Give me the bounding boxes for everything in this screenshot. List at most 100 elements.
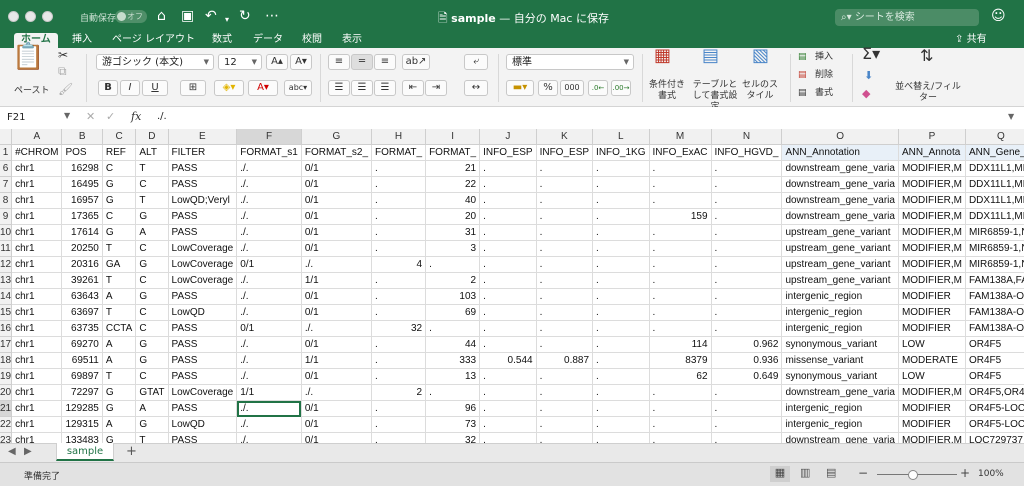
row-header[interactable]: 11 (0, 240, 13, 257)
cell[interactable]: . (536, 272, 594, 289)
cell[interactable]: 20 (425, 208, 481, 225)
more-commands-icon[interactable]: ⋯ (265, 8, 279, 24)
cell[interactable]: . (711, 400, 783, 417)
column-header[interactable]: J (479, 129, 537, 145)
cell[interactable]: 22 (425, 176, 481, 193)
cell[interactable]: 0/1 (301, 240, 373, 257)
cell[interactable]: . (711, 208, 783, 225)
cell[interactable]: intergenic_region (781, 320, 899, 337)
cell[interactable]: . (649, 192, 712, 209)
cell[interactable]: chr1 (11, 416, 63, 433)
cell[interactable]: . (371, 304, 427, 321)
cell[interactable]: chr1 (11, 320, 63, 337)
row-header[interactable]: 19 (0, 368, 13, 385)
cell[interactable]: . (371, 272, 427, 289)
next-sheet-icon[interactable]: ▶ (24, 446, 32, 457)
cell[interactable]: . (711, 176, 783, 193)
cell[interactable]: A (102, 336, 137, 353)
cell[interactable]: . (649, 432, 712, 443)
cell[interactable]: 0/1 (301, 160, 373, 177)
cell[interactable]: . (371, 432, 427, 443)
bold-button[interactable]: B (98, 80, 118, 96)
increase-indent-button[interactable]: ⇥ (425, 80, 447, 96)
cell[interactable]: 72297 (61, 384, 103, 401)
row-header[interactable]: 23 (0, 432, 13, 443)
row-header[interactable]: 20 (0, 384, 13, 401)
cell[interactable]: PASS (168, 160, 238, 177)
confirm-entry-icon[interactable]: ✓ (106, 110, 115, 123)
decrease-decimal-button[interactable]: .00→ (611, 80, 631, 96)
column-header[interactable]: P (898, 129, 966, 145)
sort-filter-icon[interactable]: ⇅ (920, 48, 933, 64)
cell[interactable]: T (102, 272, 137, 289)
cell[interactable]: 0/1 (301, 336, 373, 353)
zoom-level[interactable]: 100% (978, 469, 1004, 479)
cell[interactable]: . (711, 160, 783, 177)
align-bottom-button[interactable]: ≡ (374, 54, 396, 70)
cell[interactable]: MODIFIER,M (898, 176, 966, 193)
cell[interactable]: ./. (236, 368, 302, 385)
cell[interactable]: . (371, 400, 427, 417)
cell[interactable]: OR4F5-LOC7 (965, 416, 1024, 433)
zoom-window-button[interactable] (42, 11, 53, 22)
cell[interactable]: . (649, 400, 712, 417)
cell[interactable]: 20250 (61, 240, 103, 257)
cell[interactable]: C (135, 304, 169, 321)
page-break-view-icon[interactable]: ▤ (826, 466, 836, 479)
cell[interactable]: . (649, 240, 712, 257)
column-header[interactable]: M (649, 129, 712, 145)
cell[interactable]: ./. (236, 432, 302, 443)
row-header[interactable]: 17 (0, 336, 13, 353)
zoom-out-icon[interactable]: − (858, 466, 868, 480)
cell[interactable]: PASS (168, 352, 238, 369)
home-icon[interactable]: ⌂ (157, 8, 166, 24)
cell[interactable]: chr1 (11, 160, 63, 177)
cell[interactable]: . (479, 384, 537, 401)
cell[interactable]: T (102, 240, 137, 257)
cell[interactable]: ./. (236, 160, 302, 177)
cell[interactable]: . (479, 416, 537, 433)
cell[interactable]: MODIFIER,M (898, 160, 966, 177)
cell[interactable]: ./. (301, 256, 373, 273)
column-header[interactable]: L (592, 129, 650, 145)
cell[interactable]: 0/1 (301, 192, 373, 209)
cell[interactable]: . (711, 320, 783, 337)
normal-view-icon[interactable]: ▦ (770, 466, 790, 482)
table-format-icon[interactable]: ▤ (702, 47, 719, 65)
cell[interactable]: . (592, 400, 650, 417)
phonetic-button[interactable]: abc▾ (284, 80, 312, 96)
cell[interactable]: 159 (649, 208, 712, 225)
cell[interactable]: . (592, 288, 650, 305)
cell[interactable]: chr1 (11, 304, 63, 321)
cell[interactable]: . (479, 368, 537, 385)
cell[interactable]: DDX11L1,MI (965, 192, 1024, 209)
cell[interactable]: MODIFIER (898, 288, 966, 305)
cell[interactable]: ALT (135, 144, 169, 161)
format-painter-icon[interactable]: 🖌 (58, 83, 73, 95)
undo-dropdown-icon[interactable]: ▾ (225, 12, 229, 28)
cell[interactable]: INFO_HGVD_ (711, 144, 783, 161)
cell[interactable]: INFO_1KG (592, 144, 650, 161)
cell[interactable]: MODIFIER,M (898, 240, 966, 257)
cell[interactable]: 103 (425, 288, 481, 305)
cut-icon[interactable]: ✂ (58, 49, 68, 61)
cell[interactable]: . (479, 336, 537, 353)
cell[interactable]: chr1 (11, 176, 63, 193)
row-header[interactable]: 22 (0, 416, 13, 433)
cell[interactable]: ./. (236, 176, 302, 193)
row-header[interactable]: 21 (0, 400, 13, 417)
merge-center-button[interactable]: ↔ (464, 80, 488, 96)
column-header[interactable]: H (371, 129, 427, 145)
cell[interactable]: . (592, 192, 650, 209)
cell[interactable]: PASS (168, 400, 238, 417)
cell[interactable]: T (135, 192, 169, 209)
font-color-button[interactable]: A▾ (248, 80, 278, 96)
sheet-tab-sample[interactable]: sample (56, 443, 114, 461)
cell[interactable]: . (536, 240, 594, 257)
column-header[interactable]: B (61, 129, 103, 145)
autosave-toggle[interactable]: オフ (115, 10, 147, 23)
cell[interactable]: ./. (236, 400, 302, 417)
cell[interactable]: PASS (168, 288, 238, 305)
row-header[interactable]: 10 (0, 224, 13, 241)
cell[interactable]: ANN_Annotation (781, 144, 899, 161)
